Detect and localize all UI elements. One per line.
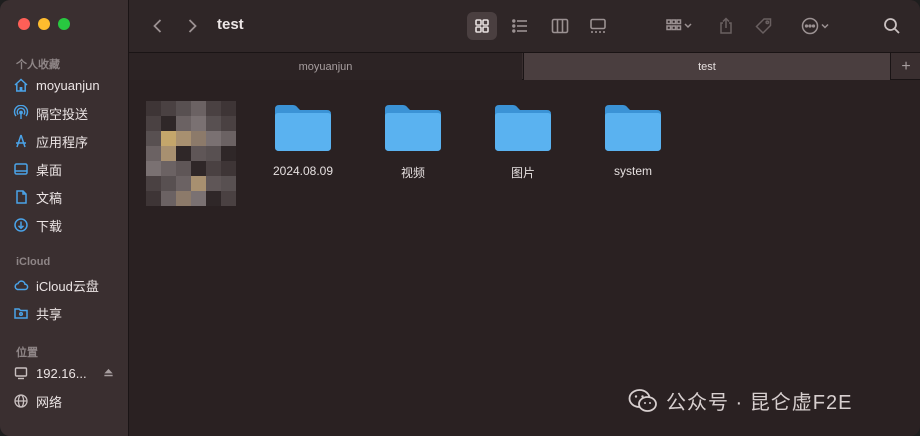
toolbar: test <box>129 0 920 52</box>
tag-icon <box>755 18 772 35</box>
tab-bar: moyuanjun test + <box>129 52 920 80</box>
blurred-file-thumbnail[interactable] <box>146 101 236 206</box>
network-icon <box>12 392 30 410</box>
folder-name: system <box>613 164 652 178</box>
window-title: test <box>217 16 244 33</box>
grid-icon <box>475 19 489 33</box>
window-controls <box>18 18 70 30</box>
share-icon <box>720 17 732 34</box>
download-icon <box>12 216 30 234</box>
group-grid-icon <box>666 19 692 31</box>
folder-icon <box>275 105 331 151</box>
sidebar-item-shared[interactable]: 共享 <box>12 300 124 326</box>
chevron-left-icon <box>153 19 162 33</box>
ellipsis-circle-icon <box>801 17 829 35</box>
sidebar-section-icloud-title: iCloud <box>16 256 51 268</box>
share-button[interactable] <box>711 12 741 40</box>
tab-moyuanjun[interactable]: moyuanjun <box>129 53 522 80</box>
shared-folder-icon <box>12 304 30 322</box>
sidebar-item-documents[interactable]: 文稿 <box>12 184 124 210</box>
sidebar-item-label: 网络 <box>36 394 63 410</box>
folder-icon <box>385 105 441 151</box>
view-gallery-button[interactable] <box>583 12 613 40</box>
sidebar-item-applications[interactable]: 应用程序 <box>12 128 124 154</box>
tag-button[interactable] <box>749 12 779 40</box>
gallery-icon <box>590 18 606 33</box>
search-button[interactable] <box>877 12 907 40</box>
wechat-logo-icon <box>628 388 657 412</box>
minimize-window-button[interactable] <box>38 18 50 30</box>
file-browser: 2024.08.09 视频 图片 system <box>129 81 920 436</box>
close-window-button[interactable] <box>18 18 30 30</box>
folder-item[interactable]: 2024.08.09 <box>258 101 348 178</box>
new-tab-button[interactable]: + <box>892 53 920 80</box>
folder-item[interactable]: 视频 <box>368 101 458 181</box>
forward-button[interactable] <box>177 12 207 40</box>
sidebar-item-airdrop[interactable]: 隔空投送 <box>12 100 124 126</box>
sidebar-item-label: moyuanjun <box>36 77 100 93</box>
zoom-window-button[interactable] <box>58 18 70 30</box>
watermark: 公众号 · 昆仑虚F2E <box>628 386 852 415</box>
folder-icon <box>495 105 551 151</box>
document-icon <box>12 188 30 206</box>
sidebar-item-icloud-drive[interactable]: iCloud云盘 <box>12 272 124 298</box>
tab-test[interactable]: test <box>523 53 891 80</box>
sidebar-item-desktop[interactable]: 桌面 <box>12 156 124 182</box>
folder-item[interactable]: system <box>588 101 678 178</box>
sidebar-item-downloads[interactable]: 下载 <box>12 212 124 238</box>
desktop-icon <box>12 160 30 178</box>
sidebar-item-label: 桌面 <box>36 162 63 178</box>
folder-name: 图片 <box>510 166 535 180</box>
sidebar-item-label: 下载 <box>36 218 63 234</box>
sidebar-section-locations-title: 位置 <box>16 347 38 359</box>
sidebar-item-label: 应用程序 <box>36 134 89 150</box>
sidebar-item-label: 隔空投送 <box>36 106 89 122</box>
back-button[interactable] <box>143 12 173 40</box>
airdrop-icon <box>12 104 30 122</box>
eject-icon[interactable] <box>103 366 114 381</box>
home-icon <box>12 76 30 94</box>
more-actions-button[interactable] <box>795 12 837 40</box>
sidebar-item-label: 文稿 <box>36 190 63 206</box>
list-icon <box>512 19 527 33</box>
folder-item[interactable]: 图片 <box>478 101 568 181</box>
view-icons-button[interactable] <box>467 12 497 40</box>
chevron-right-icon <box>188 19 197 33</box>
watermark-text: 公众号 · 昆仑虚F2E <box>666 392 853 414</box>
sidebar-section-favorites-title: 个人收藏 <box>16 59 60 71</box>
sidebar-item-home[interactable]: moyuanjun <box>12 72 124 98</box>
columns-icon <box>551 18 569 34</box>
sidebar-item-server[interactable]: 192.16... <box>12 360 124 386</box>
search-icon <box>884 18 900 34</box>
sidebar-item-label: 192.16... <box>36 365 87 381</box>
group-by-button[interactable] <box>659 12 699 40</box>
applications-icon <box>12 132 30 150</box>
folder-name: 视频 <box>400 166 425 180</box>
finder-window: 个人收藏 moyuanjun 隔空投送 应用程序 桌面 文稿 下载 iCloud… <box>0 0 920 436</box>
cloud-icon <box>12 276 30 294</box>
view-list-button[interactable] <box>505 12 535 40</box>
sidebar-item-label: iCloud云盘 <box>36 278 99 294</box>
plus-icon: + <box>901 57 911 75</box>
folder-name: 2024.08.09 <box>272 164 334 178</box>
sidebar: 个人收藏 moyuanjun 隔空投送 应用程序 桌面 文稿 下载 iCloud… <box>0 0 129 436</box>
server-icon <box>12 364 30 382</box>
view-columns-button[interactable] <box>545 12 575 40</box>
sidebar-item-network[interactable]: 网络 <box>12 388 124 414</box>
sidebar-item-label: 共享 <box>36 306 63 322</box>
folder-icon <box>605 105 661 151</box>
